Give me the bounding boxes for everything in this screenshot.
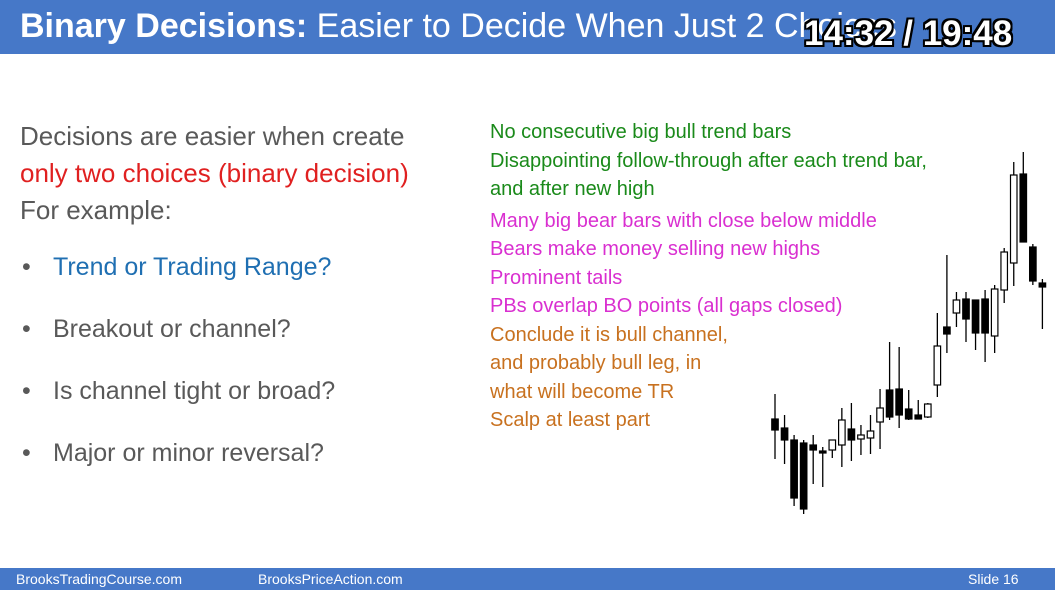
bear-candle-body: [790, 439, 798, 499]
candle: [771, 394, 779, 459]
candle: [952, 292, 961, 327]
candle: [990, 285, 999, 353]
bull-candle-body: [1009, 174, 1018, 264]
candle: [904, 390, 913, 420]
candle: [885, 342, 894, 420]
bear-candle-body: [962, 298, 970, 320]
candle: [943, 255, 951, 353]
slide-number: Slide 16: [968, 571, 1019, 587]
candle: [837, 408, 846, 467]
candlestick-chart: [771, 152, 1047, 514]
bear-candle-body: [943, 326, 951, 335]
candle: [809, 435, 818, 484]
candle: [1028, 244, 1037, 285]
footer-site-1: BrooksTradingCourse.com: [16, 571, 182, 587]
bear-candle-body: [914, 414, 923, 420]
bear-candle-body: [847, 428, 856, 441]
candle: [866, 415, 875, 454]
candle: [790, 435, 798, 506]
bull-candle-body: [923, 403, 932, 418]
candle: [857, 425, 865, 455]
candle: [818, 447, 827, 487]
bull-candle-body: [876, 407, 884, 423]
candle: [847, 403, 856, 461]
bear-candle-body: [780, 427, 789, 441]
candle: [799, 440, 808, 514]
candle: [1019, 152, 1028, 243]
candle: [876, 389, 884, 449]
candle: [1038, 279, 1047, 329]
footer-bar: BrooksTradingCourse.com BrooksPriceActio…: [0, 568, 1055, 590]
bull-candle-body: [1000, 251, 1009, 291]
candle: [895, 347, 904, 428]
bull-candle-body: [933, 345, 942, 386]
candle: [962, 292, 970, 342]
bull-candle-body: [952, 299, 961, 314]
bear-candle-body: [885, 389, 894, 418]
candle: [828, 439, 837, 458]
bear-candle-body: [1019, 173, 1028, 243]
bull-candle-body: [837, 419, 846, 446]
candle: [1009, 162, 1018, 286]
bear-candle-body: [971, 299, 980, 334]
candle: [1000, 248, 1009, 303]
bear-candle-body: [818, 450, 827, 454]
bear-candle-body: [895, 388, 904, 416]
candle: [923, 403, 932, 418]
candle: [981, 290, 989, 362]
candle: [914, 400, 923, 420]
bull-candle-body: [990, 288, 999, 337]
candle: [933, 313, 942, 397]
footer-site-2: BrooksPriceAction.com: [258, 571, 403, 587]
bear-candle-body: [771, 418, 779, 431]
bear-candle-body: [809, 444, 818, 451]
bull-candle-body: [828, 439, 837, 451]
candle: [780, 415, 789, 464]
bull-candle-body: [866, 430, 875, 439]
candle: [971, 299, 980, 350]
bull-candle-body: [857, 434, 865, 440]
bear-candle-body: [799, 442, 808, 510]
bear-candle-body: [1038, 282, 1047, 288]
bear-candle-body: [904, 408, 913, 420]
bear-candle-body: [981, 298, 989, 334]
bear-candle-body: [1028, 246, 1037, 282]
